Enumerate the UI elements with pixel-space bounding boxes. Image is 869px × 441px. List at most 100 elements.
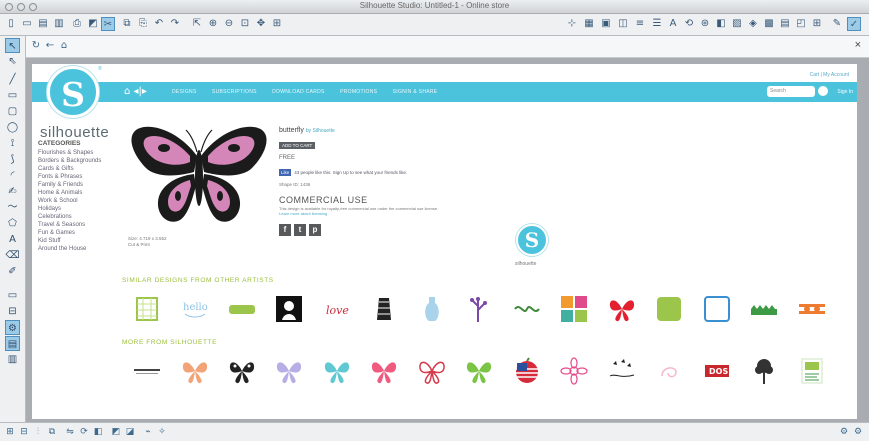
silhouette-logo[interactable]: S [47, 66, 99, 118]
release-icon[interactable]: ◪ [124, 426, 136, 438]
twitter-share-icon[interactable]: t [294, 224, 306, 236]
facebook-share-icon[interactable]: f [279, 224, 291, 236]
thumb-purple-butterfly[interactable] [274, 356, 304, 386]
thumb-pink-butterfly[interactable] [369, 356, 399, 386]
library-icon[interactable]: ▩ [762, 17, 776, 31]
save-icon[interactable]: ▤ [36, 17, 50, 31]
redo-icon[interactable]: ↷ [168, 17, 182, 31]
product-author-link[interactable]: by Silhouette [306, 128, 335, 134]
thumb-pink-swirl[interactable] [654, 356, 684, 386]
page-setup-icon[interactable]: ▣ [599, 17, 613, 31]
thumb-tree[interactable] [749, 356, 779, 386]
reload-icon[interactable]: ↻ [30, 40, 42, 52]
category-item[interactable]: Kid Stuff [38, 237, 118, 245]
weld-icon[interactable]: ⧉ [46, 426, 58, 438]
edit-points-tool-icon[interactable]: ⇖ [5, 54, 20, 69]
thumb-lattice-tag[interactable] [132, 294, 162, 324]
grid-settings-icon[interactable]: ⊞ [810, 17, 824, 31]
cut-send-icon[interactable]: ◩ [86, 17, 100, 31]
back-icon[interactable]: ← [44, 40, 56, 52]
category-item[interactable]: Fonts & Phrases [38, 173, 118, 181]
ellipse-tool-icon[interactable]: ◯ [5, 120, 20, 135]
fill-color-icon[interactable]: ☰ [650, 17, 664, 31]
thumb-vase-bottle[interactable] [417, 294, 447, 324]
thumb-red-butterfly[interactable] [607, 294, 637, 324]
thumb-red-lace-butterfly[interactable] [417, 356, 447, 386]
select-tool-icon[interactable]: ↖ [5, 38, 20, 53]
nav-link-download-cards[interactable]: DOWNLOAD CARDS [272, 89, 325, 95]
knife-tool-icon[interactable]: ✐ [5, 264, 20, 279]
thumb-love-script[interactable]: love [322, 294, 352, 324]
category-item[interactable]: Around the House [38, 245, 118, 253]
eraser-tool-icon[interactable]: ⌫ [5, 248, 20, 263]
home-icon[interactable]: ⌂ [58, 40, 70, 52]
thumb-green-banner[interactable] [227, 294, 257, 324]
thumb-green-butterfly[interactable] [464, 356, 494, 386]
category-item[interactable]: Home & Animals [38, 189, 118, 197]
pinterest-share-icon[interactable]: p [309, 224, 321, 236]
regular-polygon-tool-icon[interactable]: ⬠ [5, 216, 20, 231]
category-item[interactable]: Travel & Seasons [38, 221, 118, 229]
thumb-hello-word-art[interactable]: hello [180, 294, 210, 324]
smooth-freehand-tool-icon[interactable]: 〜 [5, 200, 20, 215]
thumb-green-flourish[interactable] [512, 294, 542, 324]
copy-icon[interactable]: ⧉ [120, 17, 134, 31]
nav-link-designs[interactable]: DESIGNS [172, 89, 197, 95]
make-path-icon[interactable]: ⌁ [142, 426, 154, 438]
ungroup-icon[interactable]: ⊟ [18, 426, 30, 438]
arc-tool-icon[interactable]: ◜ [5, 168, 20, 183]
fit-page-icon[interactable]: ⊞ [270, 17, 284, 31]
send-icon[interactable]: ✓ [847, 17, 861, 31]
flip-icon[interactable]: ⇋ [64, 426, 76, 438]
draw-mode-tool-icon[interactable]: ▭ [5, 288, 20, 303]
text-tool-icon[interactable]: A [5, 232, 20, 247]
group-icon[interactable]: ⊞ [4, 426, 16, 438]
trace-icon[interactable]: ◈ [746, 17, 760, 31]
user-avatar-icon[interactable] [818, 86, 828, 96]
butterfly-design-preview[interactable] [124, 116, 274, 236]
cut-status-icon[interactable]: ⚙ [852, 426, 864, 438]
category-item[interactable]: Flourishes & Shapes [38, 149, 118, 157]
curve-tool-icon[interactable]: ⟆ [5, 152, 20, 167]
thumb-lavender-plant[interactable] [464, 294, 494, 324]
sign-in-link[interactable]: Sign In [837, 89, 853, 95]
open-icon[interactable]: ▭ [20, 17, 34, 31]
line-style-icon[interactable]: ≡ [633, 17, 647, 31]
select-icon[interactable]: ⇱ [190, 17, 204, 31]
transform-icon[interactable]: ⟲ [682, 17, 696, 31]
thumb-text-strip[interactable] [132, 356, 162, 386]
thumb-butterfly-flight[interactable] [607, 356, 637, 386]
close-store-button[interactable]: × [855, 39, 861, 51]
thumb-black-silhouette-square[interactable] [274, 294, 304, 324]
panels-tool-icon[interactable]: ▥ [5, 352, 20, 367]
settings-icon[interactable]: ⚙ [838, 426, 850, 438]
thumb-flag-apple[interactable] [512, 356, 542, 386]
rotate-icon[interactable]: ⟳ [78, 426, 90, 438]
grid-icon[interactable]: ▦ [582, 17, 596, 31]
category-item[interactable]: Work & School [38, 197, 118, 205]
undo-icon[interactable]: ↶ [152, 17, 166, 31]
category-item[interactable]: Celebrations [38, 213, 118, 221]
nav-link-promotions[interactable]: PROMOTIONS [340, 89, 377, 95]
store-search-input[interactable]: Search [767, 86, 815, 97]
home-nav-icon[interactable]: ⌂ ◂|▸ [124, 86, 147, 97]
cart-account-links[interactable]: Cart | My Account [810, 72, 849, 78]
pan-icon[interactable]: ✥ [254, 17, 268, 31]
nav-link-subscriptions[interactable]: SUBSCRIPTIONS [212, 89, 257, 95]
rounded-rectangle-tool-icon[interactable]: ▢ [5, 104, 20, 119]
line-tool-icon[interactable]: ╱ [5, 72, 20, 87]
offset-icon[interactable]: ▨ [730, 17, 744, 31]
commercial-link[interactable]: Learn more about licensing [279, 211, 549, 216]
layers-icon[interactable]: ◰ [794, 17, 808, 31]
thumb-green-card[interactable] [797, 356, 827, 386]
new-icon[interactable]: ▯ [4, 17, 18, 31]
category-item[interactable]: Borders & Backgrounds [38, 157, 118, 165]
point-edit-icon[interactable]: ⊹ [565, 17, 579, 31]
print-icon[interactable]: ⎙ [70, 17, 84, 31]
align-icon[interactable]: ⫶ [32, 426, 44, 438]
paste-icon[interactable]: ⎘ [136, 17, 150, 31]
arrange-icon[interactable]: ◧ [92, 426, 104, 438]
rectangle-tool-icon[interactable]: ▭ [5, 88, 20, 103]
facebook-like-button[interactable]: Like [279, 169, 292, 176]
zoom-box-icon[interactable]: ⊡ [238, 17, 252, 31]
